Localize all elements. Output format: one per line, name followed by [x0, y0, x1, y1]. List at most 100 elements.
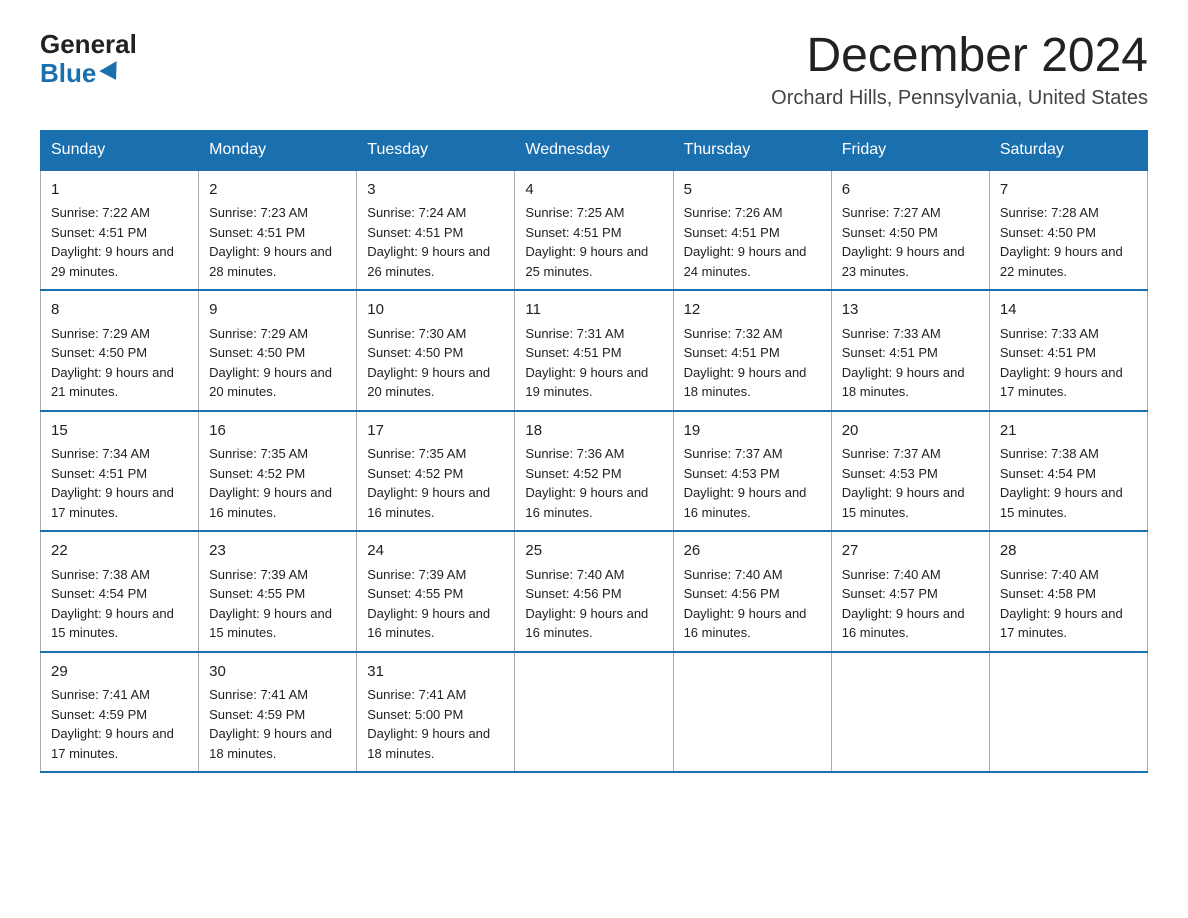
sunrise-text: Sunrise: 7:39 AM [367, 567, 466, 582]
calendar-cell: 11 Sunrise: 7:31 AM Sunset: 4:51 PM Dayl… [515, 290, 673, 411]
sunrise-text: Sunrise: 7:23 AM [209, 205, 308, 220]
sunrise-text: Sunrise: 7:40 AM [525, 567, 624, 582]
logo-blue-text: Blue [40, 59, 122, 88]
sunrise-text: Sunrise: 7:22 AM [51, 205, 150, 220]
weekday-header-tuesday: Tuesday [357, 130, 515, 170]
calendar-cell: 16 Sunrise: 7:35 AM Sunset: 4:52 PM Dayl… [199, 411, 357, 532]
calendar-cell: 27 Sunrise: 7:40 AM Sunset: 4:57 PM Dayl… [831, 531, 989, 652]
calendar-cell: 15 Sunrise: 7:34 AM Sunset: 4:51 PM Dayl… [41, 411, 199, 532]
sunrise-text: Sunrise: 7:34 AM [51, 446, 150, 461]
day-number: 9 [209, 299, 346, 322]
sunrise-text: Sunrise: 7:33 AM [842, 326, 941, 341]
calendar-cell: 24 Sunrise: 7:39 AM Sunset: 4:55 PM Dayl… [357, 531, 515, 652]
sunset-text: Sunset: 4:55 PM [209, 586, 305, 601]
daylight-text: Daylight: 9 hours and 18 minutes. [209, 726, 332, 761]
daylight-text: Daylight: 9 hours and 22 minutes. [1000, 244, 1123, 279]
day-number: 13 [842, 299, 979, 322]
sunrise-text: Sunrise: 7:26 AM [684, 205, 783, 220]
sunset-text: Sunset: 4:51 PM [367, 225, 463, 240]
location-title: Orchard Hills, Pennsylvania, United Stat… [771, 87, 1148, 110]
daylight-text: Daylight: 9 hours and 16 minutes. [367, 606, 490, 641]
sunset-text: Sunset: 4:52 PM [367, 466, 463, 481]
daylight-text: Daylight: 9 hours and 19 minutes. [525, 365, 648, 400]
sunrise-text: Sunrise: 7:39 AM [209, 567, 308, 582]
sunset-text: Sunset: 4:51 PM [842, 345, 938, 360]
sunrise-text: Sunrise: 7:41 AM [209, 687, 308, 702]
calendar-cell: 6 Sunrise: 7:27 AM Sunset: 4:50 PM Dayli… [831, 170, 989, 291]
daylight-text: Daylight: 9 hours and 18 minutes. [684, 365, 807, 400]
calendar-cell: 28 Sunrise: 7:40 AM Sunset: 4:58 PM Dayl… [989, 531, 1147, 652]
sunrise-text: Sunrise: 7:29 AM [209, 326, 308, 341]
sunset-text: Sunset: 4:58 PM [1000, 586, 1096, 601]
day-number: 5 [684, 179, 821, 202]
calendar-cell [989, 652, 1147, 773]
calendar-cell: 21 Sunrise: 7:38 AM Sunset: 4:54 PM Dayl… [989, 411, 1147, 532]
sunset-text: Sunset: 5:00 PM [367, 707, 463, 722]
sunset-text: Sunset: 4:51 PM [209, 225, 305, 240]
sunrise-text: Sunrise: 7:24 AM [367, 205, 466, 220]
day-number: 31 [367, 661, 504, 684]
sunset-text: Sunset: 4:53 PM [684, 466, 780, 481]
calendar-cell: 18 Sunrise: 7:36 AM Sunset: 4:52 PM Dayl… [515, 411, 673, 532]
daylight-text: Daylight: 9 hours and 16 minutes. [684, 606, 807, 641]
sunset-text: Sunset: 4:51 PM [525, 225, 621, 240]
day-number: 3 [367, 179, 504, 202]
day-number: 28 [1000, 540, 1137, 563]
calendar-cell: 23 Sunrise: 7:39 AM Sunset: 4:55 PM Dayl… [199, 531, 357, 652]
daylight-text: Daylight: 9 hours and 23 minutes. [842, 244, 965, 279]
sunset-text: Sunset: 4:51 PM [1000, 345, 1096, 360]
sunrise-text: Sunrise: 7:29 AM [51, 326, 150, 341]
calendar-cell: 20 Sunrise: 7:37 AM Sunset: 4:53 PM Dayl… [831, 411, 989, 532]
day-number: 27 [842, 540, 979, 563]
sunrise-text: Sunrise: 7:36 AM [525, 446, 624, 461]
sunset-text: Sunset: 4:50 PM [51, 345, 147, 360]
daylight-text: Daylight: 9 hours and 18 minutes. [367, 726, 490, 761]
calendar-cell: 31 Sunrise: 7:41 AM Sunset: 5:00 PM Dayl… [357, 652, 515, 773]
sunset-text: Sunset: 4:54 PM [1000, 466, 1096, 481]
sunset-text: Sunset: 4:51 PM [684, 345, 780, 360]
day-number: 25 [525, 540, 662, 563]
daylight-text: Daylight: 9 hours and 25 minutes. [525, 244, 648, 279]
month-title: December 2024 [771, 30, 1148, 83]
calendar-cell: 22 Sunrise: 7:38 AM Sunset: 4:54 PM Dayl… [41, 531, 199, 652]
day-number: 7 [1000, 179, 1137, 202]
sunrise-text: Sunrise: 7:37 AM [842, 446, 941, 461]
sunset-text: Sunset: 4:57 PM [842, 586, 938, 601]
calendar-cell: 3 Sunrise: 7:24 AM Sunset: 4:51 PM Dayli… [357, 170, 515, 291]
sunrise-text: Sunrise: 7:27 AM [842, 205, 941, 220]
sunset-text: Sunset: 4:50 PM [1000, 225, 1096, 240]
calendar-week-2: 8 Sunrise: 7:29 AM Sunset: 4:50 PM Dayli… [41, 290, 1148, 411]
sunset-text: Sunset: 4:52 PM [209, 466, 305, 481]
sunset-text: Sunset: 4:51 PM [525, 345, 621, 360]
sunset-text: Sunset: 4:51 PM [51, 466, 147, 481]
calendar-cell: 7 Sunrise: 7:28 AM Sunset: 4:50 PM Dayli… [989, 170, 1147, 291]
sunrise-text: Sunrise: 7:33 AM [1000, 326, 1099, 341]
sunrise-text: Sunrise: 7:40 AM [684, 567, 783, 582]
daylight-text: Daylight: 9 hours and 17 minutes. [51, 726, 174, 761]
daylight-text: Daylight: 9 hours and 16 minutes. [209, 485, 332, 520]
sunset-text: Sunset: 4:56 PM [684, 586, 780, 601]
calendar-table: SundayMondayTuesdayWednesdayThursdayFrid… [40, 130, 1148, 774]
sunset-text: Sunset: 4:51 PM [51, 225, 147, 240]
day-number: 4 [525, 179, 662, 202]
day-number: 11 [525, 299, 662, 322]
calendar-cell: 12 Sunrise: 7:32 AM Sunset: 4:51 PM Dayl… [673, 290, 831, 411]
weekday-header-friday: Friday [831, 130, 989, 170]
daylight-text: Daylight: 9 hours and 15 minutes. [209, 606, 332, 641]
sunrise-text: Sunrise: 7:25 AM [525, 205, 624, 220]
sunrise-text: Sunrise: 7:32 AM [684, 326, 783, 341]
calendar-cell: 13 Sunrise: 7:33 AM Sunset: 4:51 PM Dayl… [831, 290, 989, 411]
daylight-text: Daylight: 9 hours and 16 minutes. [525, 606, 648, 641]
day-number: 18 [525, 420, 662, 443]
weekday-header-wednesday: Wednesday [515, 130, 673, 170]
calendar-cell: 9 Sunrise: 7:29 AM Sunset: 4:50 PM Dayli… [199, 290, 357, 411]
day-number: 14 [1000, 299, 1137, 322]
calendar-week-3: 15 Sunrise: 7:34 AM Sunset: 4:51 PM Dayl… [41, 411, 1148, 532]
daylight-text: Daylight: 9 hours and 20 minutes. [367, 365, 490, 400]
daylight-text: Daylight: 9 hours and 17 minutes. [1000, 365, 1123, 400]
daylight-text: Daylight: 9 hours and 24 minutes. [684, 244, 807, 279]
daylight-text: Daylight: 9 hours and 20 minutes. [209, 365, 332, 400]
daylight-text: Daylight: 9 hours and 15 minutes. [1000, 485, 1123, 520]
sunrise-text: Sunrise: 7:38 AM [1000, 446, 1099, 461]
day-number: 21 [1000, 420, 1137, 443]
